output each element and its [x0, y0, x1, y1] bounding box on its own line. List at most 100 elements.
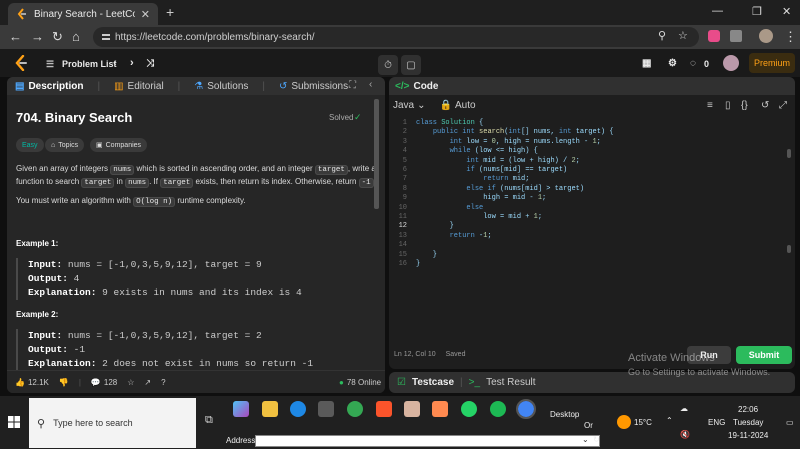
premium-button[interactable]: Premium	[749, 53, 795, 73]
reset-icon[interactable]: ↺	[761, 100, 769, 111]
microsoft-store-icon[interactable]	[318, 401, 334, 417]
tab-solutions[interactable]: ⚗ Solutions	[194, 81, 248, 92]
desc-text: in	[114, 177, 126, 186]
address-chevron-down-icon[interactable]: ⌄	[582, 435, 589, 444]
reload-icon[interactable]: ↻	[52, 29, 63, 45]
extensions-puzzle-icon[interactable]	[730, 30, 742, 42]
desc-text: exists, then return its index. Otherwise…	[193, 177, 359, 186]
like-button[interactable]: 👍 12.1K	[15, 378, 49, 387]
collapse-icon[interactable]: ‹	[369, 79, 372, 90]
likes-count: 12.1K	[27, 377, 49, 387]
tab-test-result[interactable]: Test Result	[486, 377, 535, 388]
tab-editorial[interactable]: ▥ Editorial	[114, 81, 164, 92]
address-toolbar-input[interactable]	[255, 435, 600, 447]
maximize-icon[interactable]: ⛶	[349, 80, 356, 91]
address-go-icon[interactable]: ↻	[593, 435, 600, 444]
description-scrollbar[interactable]	[374, 99, 379, 209]
tab-submissions[interactable]: ↺ Submissions	[279, 81, 348, 92]
submit-button[interactable]: Submit	[736, 346, 792, 364]
desc-text: Given an array of integers	[16, 164, 111, 173]
weather-icon[interactable]	[617, 415, 631, 429]
home-icon[interactable]: ⌂	[72, 29, 80, 44]
description-icon: ▤	[15, 80, 25, 92]
line-number: 2	[402, 128, 407, 137]
browser-menu-icon[interactable]: ⋮	[784, 29, 797, 45]
topics-button[interactable]: ⌂ Topics	[45, 138, 85, 152]
language-indicator[interactable]: ENG	[708, 418, 725, 427]
chrome-icon[interactable]	[347, 401, 363, 417]
new-tab-button[interactable]: +	[166, 4, 174, 20]
language-select[interactable]: Java ⌄	[393, 100, 426, 111]
settings-gear-icon[interactable]: ⚙	[668, 58, 677, 69]
comments-button[interactable]: 💬 128	[91, 378, 117, 387]
toolbar-overflow-label[interactable]: Or	[584, 421, 593, 430]
code-line: high = mid - 1;	[416, 194, 547, 203]
difficulty-badge[interactable]: Easy	[16, 138, 44, 152]
tray-chevron-up-icon[interactable]: ⌃	[666, 416, 673, 425]
prev-problem-icon[interactable]: ‹	[113, 57, 117, 69]
notification-icon[interactable]: ▭	[786, 418, 794, 427]
activate-windows-subtitle: Go to Settings to activate Windows.	[628, 367, 771, 377]
clock-date[interactable]: 19-11-2024	[728, 431, 768, 440]
taskbar-search[interactable]: ⚲ Type here to search	[29, 398, 196, 448]
tab-solutions-label: Solutions	[207, 80, 249, 92]
restore-icon[interactable]: ❐	[752, 5, 762, 18]
edge-icon[interactable]	[290, 401, 306, 417]
task-view-icon[interactable]: ⧉	[205, 414, 213, 427]
photo-app-icon[interactable]	[404, 401, 420, 417]
volume-muted-icon[interactable]: 🔇	[680, 430, 690, 439]
desktop-toolbar-label[interactable]: Desktop	[550, 410, 579, 419]
back-icon[interactable]: ←	[9, 29, 22, 44]
extension-icon[interactable]	[708, 30, 720, 42]
forward-icon[interactable]: →	[31, 29, 44, 44]
shuffle-icon[interactable]: ⤨	[146, 58, 154, 69]
auto-mode-toggle[interactable]: 🔒 Auto	[440, 100, 476, 111]
share-icon[interactable]: ↗	[144, 378, 151, 387]
brave-icon[interactable]	[376, 401, 392, 417]
browser-tab[interactable]: Binary Search - LeetCode ✕	[8, 3, 158, 25]
copilot-icon[interactable]	[233, 401, 249, 417]
fire-icon[interactable]: ◌	[690, 58, 696, 69]
leetcode-logo-icon[interactable]	[14, 55, 28, 71]
clock-time[interactable]: 22:06	[738, 405, 758, 414]
grid-layout-icon[interactable]: ▦	[642, 58, 651, 69]
favorite-star-icon[interactable]: ☆	[127, 378, 134, 387]
zoom-search-icon[interactable]: ⚲	[658, 29, 666, 42]
user-avatar[interactable]	[723, 55, 739, 71]
close-tab-icon[interactable]: ✕	[141, 8, 150, 21]
clock-day[interactable]: Tuesday	[733, 418, 763, 427]
app-icon[interactable]	[432, 401, 448, 417]
companies-button[interactable]: ▣ Companies	[90, 138, 148, 152]
profile-avatar[interactable]	[759, 29, 773, 43]
chrome-active-icon[interactable]	[516, 399, 536, 419]
editor-scrollbar[interactable]	[787, 149, 791, 158]
code-header-label: Code	[413, 80, 439, 92]
input-label: Input:	[28, 259, 63, 270]
notes-icon[interactable]: ▢	[401, 55, 421, 75]
url-bar[interactable]: https://leetcode.com/problems/binary-sea…	[93, 27, 699, 47]
bookmark-star-icon[interactable]: ☆	[678, 29, 688, 42]
code-line: int low = 0, high = nums.length - 1;	[449, 137, 601, 146]
bookmark-icon[interactable]: ▯	[725, 100, 731, 111]
tab-description[interactable]: ▤ Description	[15, 81, 83, 92]
network-icon[interactable]: ☁	[680, 404, 688, 413]
help-icon[interactable]: ?	[161, 378, 165, 387]
format-icon[interactable]: ≡	[707, 100, 713, 111]
tab-testcase[interactable]: Testcase	[412, 377, 454, 388]
thumbs-down-icon[interactable]: 👎	[59, 378, 69, 387]
minimize-icon[interactable]: —	[712, 5, 723, 17]
file-explorer-icon[interactable]	[262, 401, 278, 417]
topics-label: Topics	[58, 141, 79, 149]
problem-list-link[interactable]: Problem List	[62, 59, 117, 69]
spotify-icon[interactable]	[490, 401, 506, 417]
site-info-icon[interactable]	[101, 32, 111, 42]
windows-start-icon[interactable]	[8, 416, 20, 428]
timer-icon[interactable]: ⏱	[378, 55, 398, 75]
fullscreen-icon[interactable]: ⤢	[779, 100, 787, 111]
editorial-icon: ▥	[114, 80, 124, 92]
next-problem-icon[interactable]: ›	[130, 57, 134, 69]
weather-temp[interactable]: 15°C	[634, 418, 652, 427]
braces-icon[interactable]: {}	[741, 100, 748, 111]
whatsapp-icon[interactable]	[461, 401, 477, 417]
close-window-icon[interactable]: ✕	[782, 5, 791, 18]
